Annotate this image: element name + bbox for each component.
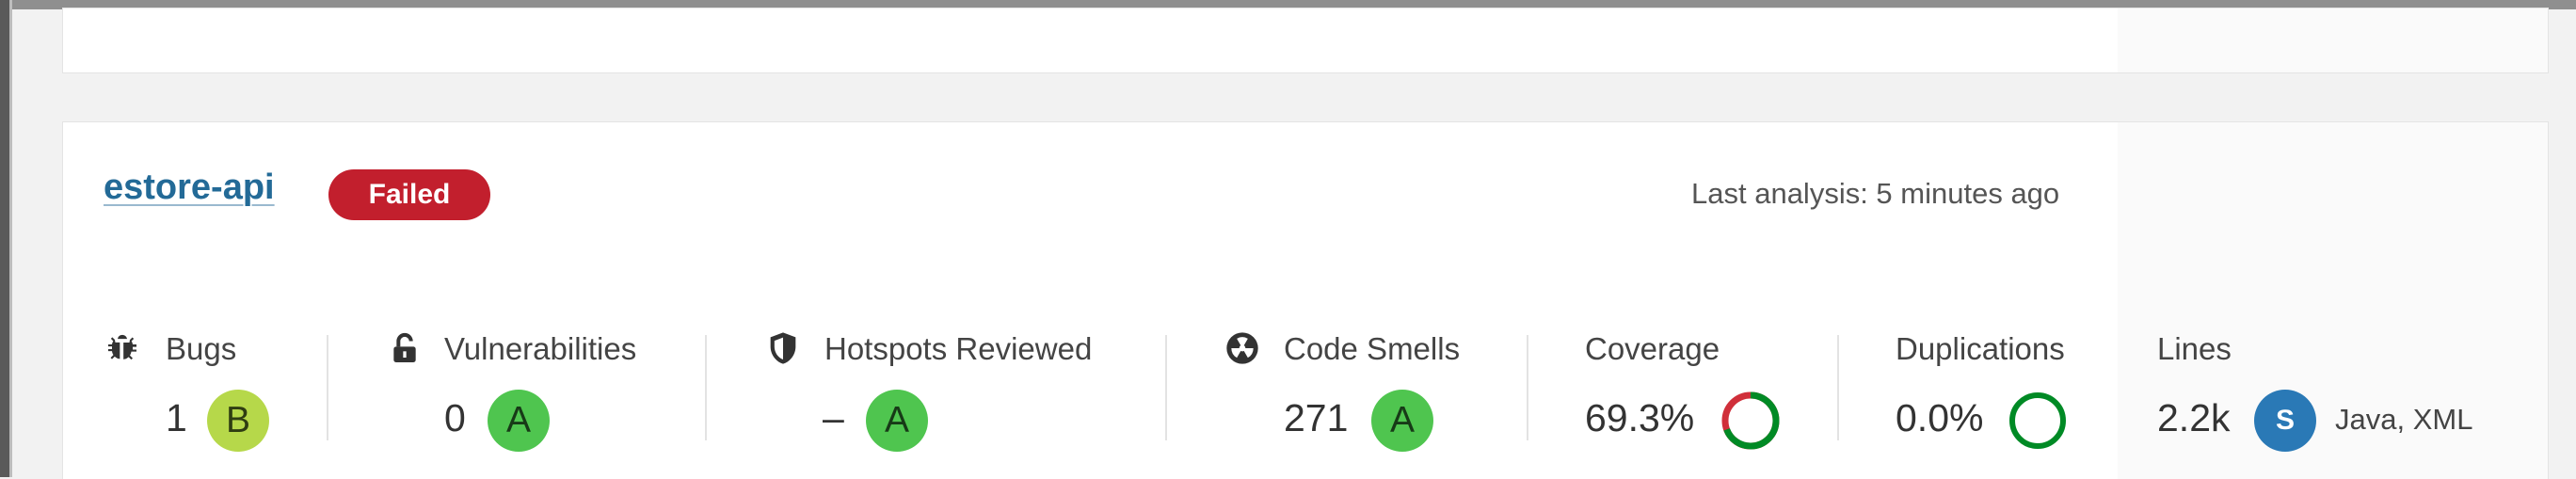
coverage-value[interactable]: 69.3% [1585, 396, 1694, 440]
vulnerabilities-label: Vulnerabilities [444, 331, 637, 366]
project-name-link[interactable]: estore-api [104, 168, 275, 208]
bug-icon [104, 329, 141, 372]
size-rating-badge: S [2254, 390, 2316, 452]
metric-divider [1527, 335, 1528, 440]
duplications-label: Duplications [1896, 331, 2065, 366]
languages-text: Java, XML [2335, 403, 2473, 436]
lines-label: Lines [2157, 331, 2232, 366]
bugs-value[interactable]: 1 [166, 396, 187, 440]
quality-gate-status-badge: Failed [328, 169, 490, 220]
coverage-donut[interactable] [1719, 389, 1783, 457]
radiation-icon [1224, 329, 1261, 372]
hotspots-rating-badge[interactable]: A [866, 390, 928, 452]
metric-divider [705, 335, 707, 440]
vulnerabilities-rating-badge[interactable]: A [488, 390, 550, 452]
previous-project-card [62, 8, 2549, 73]
vulnerabilities-value[interactable]: 0 [444, 396, 466, 440]
lock-icon [386, 329, 424, 372]
hotspots-value[interactable]: – [823, 396, 844, 440]
duplications-value[interactable]: 0.0% [1896, 396, 1983, 440]
bugs-label: Bugs [166, 331, 237, 366]
metric-divider [1837, 335, 1839, 440]
lines-value[interactable]: 2.2k [2157, 396, 2231, 440]
window-left-edge-highlight [9, 0, 12, 477]
window-left-edge [0, 0, 9, 477]
bugs-rating-badge[interactable]: B [207, 390, 269, 452]
code-smells-value[interactable]: 271 [1284, 396, 1348, 440]
previous-project-card-body [63, 8, 2118, 72]
shield-icon [764, 329, 802, 372]
last-analysis-text: Last analysis: 5 minutes ago [1691, 177, 2060, 210]
metric-divider [1165, 335, 1167, 440]
code-smells-rating-badge[interactable]: A [1371, 390, 1433, 452]
coverage-label: Coverage [1585, 331, 1720, 366]
metric-divider [327, 335, 328, 440]
hotspots-label: Hotspots Reviewed [824, 331, 1093, 366]
duplications-donut[interactable] [2006, 389, 2070, 457]
code-smells-label: Code Smells [1284, 331, 1461, 366]
